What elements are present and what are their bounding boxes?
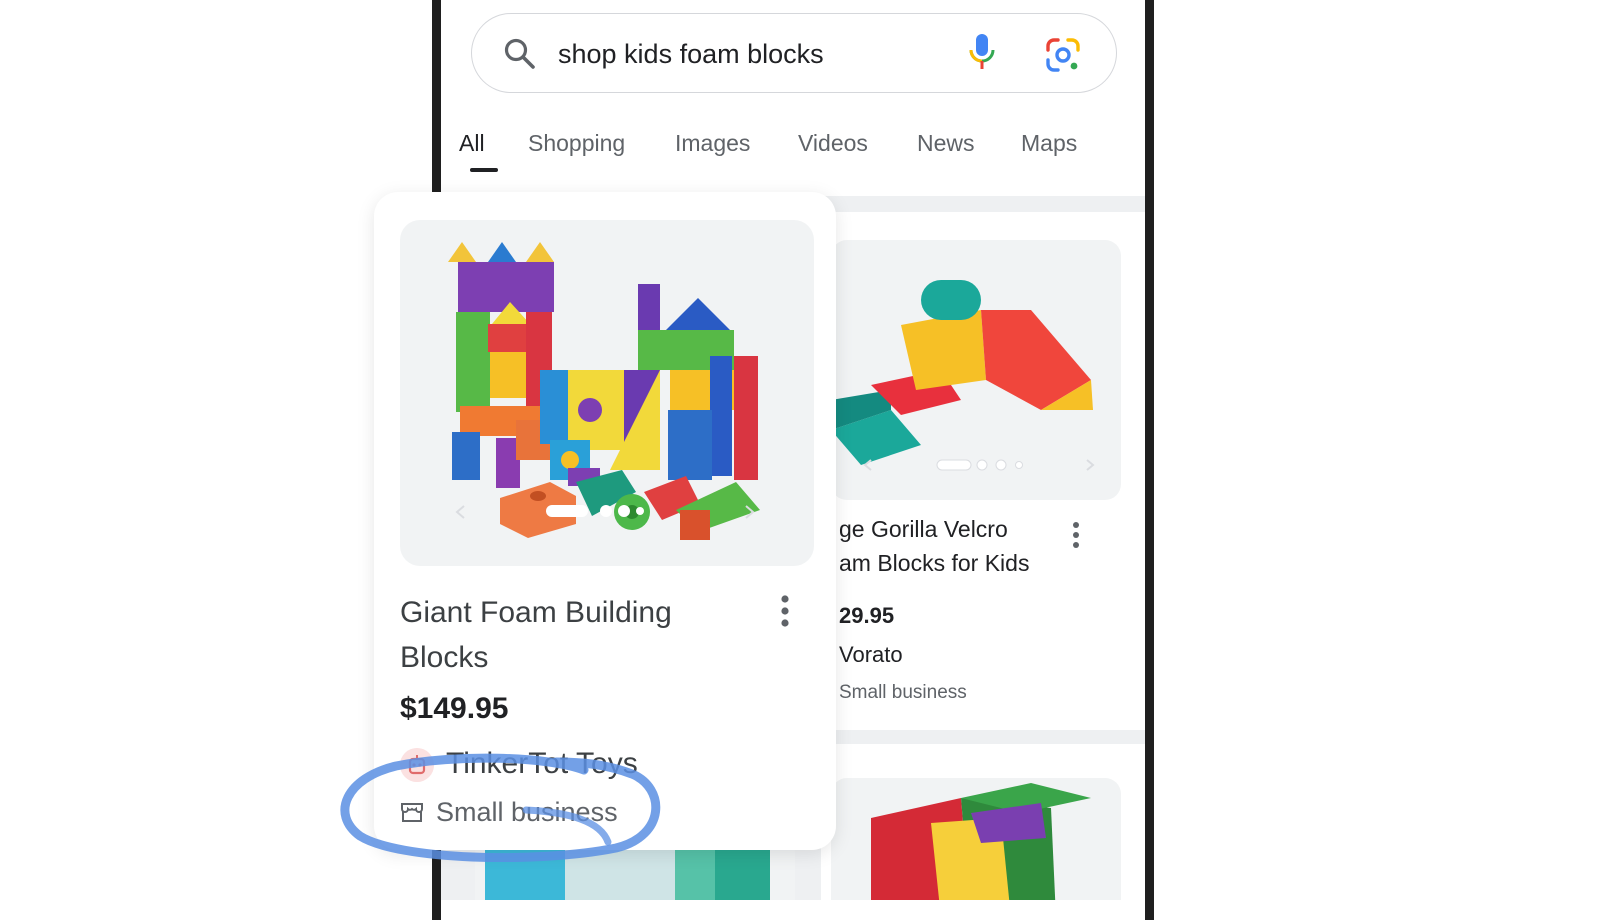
product-price: 29.95 <box>839 603 895 628</box>
tab-news[interactable]: News <box>917 130 975 157</box>
product-title-line1[interactable]: ge Gorilla Velcro <box>839 516 1008 543</box>
product-price: $149.95 <box>400 692 509 725</box>
search-bar[interactable]: shop kids foam blocks <box>471 13 1117 93</box>
foam-cube-image <box>871 783 1091 900</box>
google-lens-icon[interactable] <box>1044 36 1082 74</box>
toy-blocks-image <box>448 242 760 540</box>
product-image[interactable] <box>400 220 814 566</box>
tab-images[interactable]: Images <box>675 130 750 157</box>
store-name[interactable]: Vorato <box>839 642 903 668</box>
search-input[interactable]: shop kids foam blocks <box>558 14 824 94</box>
tab-maps[interactable]: Maps <box>1021 130 1077 157</box>
store-logo-icon <box>400 748 434 782</box>
tab-all[interactable]: All <box>459 130 485 157</box>
store-name[interactable]: TinkerTot Toys <box>446 744 638 784</box>
microphone-icon[interactable] <box>968 32 996 74</box>
active-tab-indicator <box>470 168 498 172</box>
small-business-label: Small business <box>839 682 967 703</box>
more-options-icon[interactable] <box>1071 520 1081 550</box>
product-title[interactable]: Giant Foam Building Blocks <box>400 590 740 680</box>
product-image-secondary[interactable] <box>831 240 1121 500</box>
product-image-third[interactable] <box>831 778 1121 900</box>
more-options-icon[interactable] <box>779 594 791 628</box>
foam-slide-image <box>831 280 1095 471</box>
search-tabs: All Shopping Images Videos News Maps <box>441 118 1145 178</box>
tab-shopping[interactable]: Shopping <box>528 130 625 157</box>
search-icon[interactable] <box>502 36 538 72</box>
storefront-icon <box>401 803 423 822</box>
tab-videos[interactable]: Videos <box>798 130 868 157</box>
product-title-line2[interactable]: am Blocks for Kids <box>839 550 1029 577</box>
small-business-label: Small business <box>436 797 618 827</box>
product-card-featured[interactable]: Giant Foam Building Blocks $149.95 Tinke… <box>374 192 836 850</box>
